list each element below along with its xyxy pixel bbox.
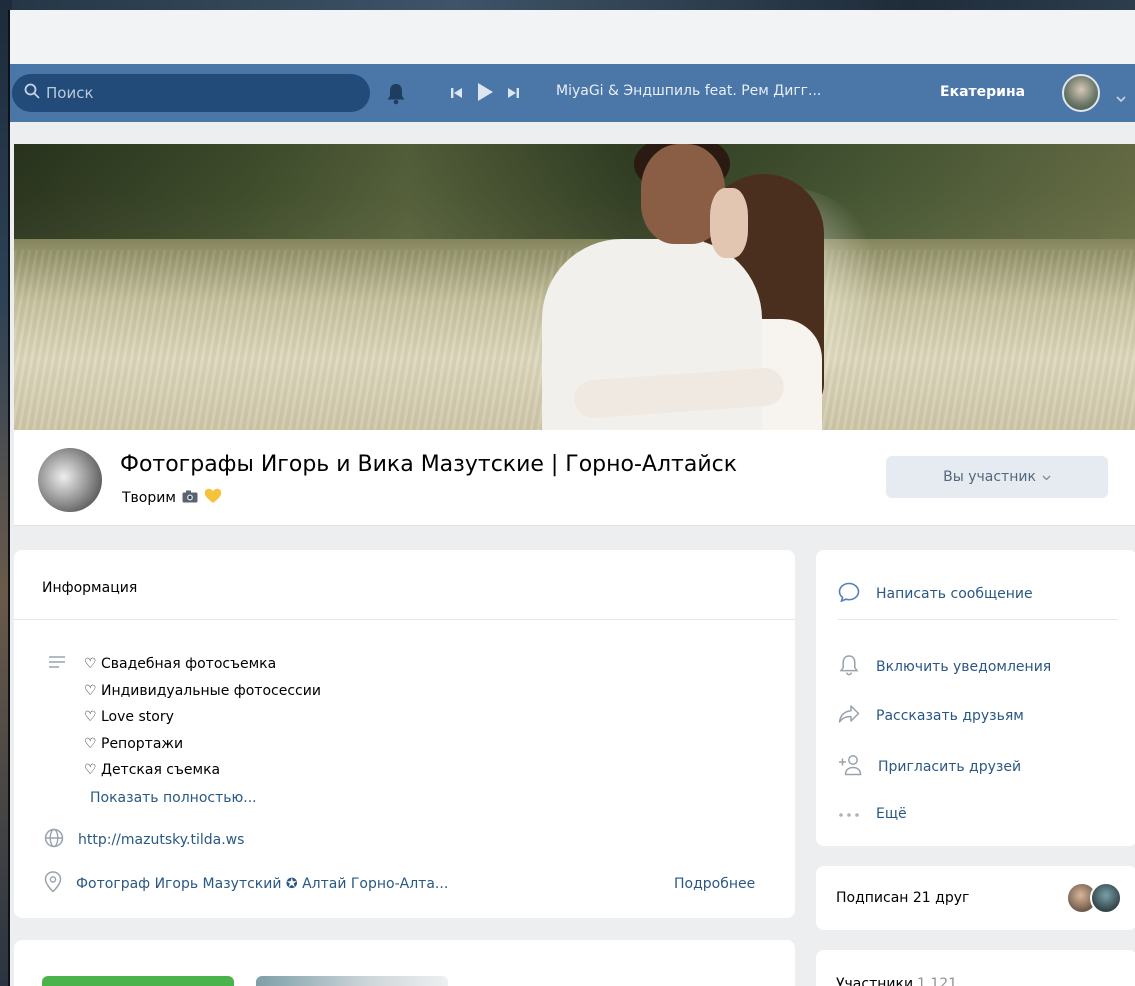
search-icon [24,83,40,103]
chevron-down-icon [1042,469,1051,485]
photo-thumbnail[interactable] [256,976,448,986]
address-row: Фотограф Игорь Мазутский ✪ Алтай Горно-А… [44,871,448,897]
member-status-label: Вы участник [943,469,1036,485]
description-list: ♡ Свадебная фотосъемка ♡ Индивидуальные … [84,651,321,784]
info-card: Информация ♡ Свадебная фотосъемка ♡ Инди… [14,550,795,918]
audio-player-controls [450,82,520,106]
friends-following-label: Подписан 21 друг [836,890,970,906]
share-arrow-icon [838,704,860,728]
primary-action-button[interactable] [42,976,234,986]
browser-top-strip [10,10,1135,64]
friend-avatar [1090,882,1122,914]
group-header: Фотографы Игорь и Вика Мазутские | Горно… [14,430,1135,526]
tell-friends-label: Рассказать друзьям [876,708,1024,724]
bell-outline-icon [838,654,860,680]
top-header: MiyaGi & Эндшпиль feat. Рем Дигг... Екат… [10,64,1135,122]
divider [14,619,795,620]
member-status-button[interactable]: Вы участник [886,456,1108,498]
actions-card: Написать сообщение Включить уведомления … [816,550,1135,846]
show-more-link[interactable]: Показать полностью... [90,790,257,806]
user-name[interactable]: Екатерина [940,84,1025,100]
members-card[interactable]: Участники 1 121 [816,950,1135,986]
bell-icon[interactable] [386,83,406,109]
address-link[interactable]: Фотограф Игорь Мазутский ✪ Алтай Горно-А… [76,876,448,892]
location-pin-icon [44,871,62,897]
group-name: Фотографы Игорь и Вика Мазутские | Горно… [120,452,738,477]
invite-friends-label: Пригласить друзей [878,759,1022,775]
search-box[interactable] [12,74,370,112]
friends-following-card[interactable]: Подписан 21 друг [816,866,1135,930]
group-status: Творим [122,488,222,508]
chevron-down-icon[interactable] [1116,88,1126,107]
website-link[interactable]: http://mazutsky.tilda.ws [78,832,244,848]
previous-track-icon[interactable] [450,85,464,104]
group-cover-photo [14,144,1135,430]
now-playing-title[interactable]: MiyaGi & Эндшпиль feat. Рем Дигг... [556,83,821,99]
members-count: 1 121 [917,976,958,986]
members-heading: Участники 1 121 [836,976,957,986]
description-line: ♡ Индивидуальные фотосессии [84,682,321,699]
play-icon[interactable] [476,82,494,106]
group-avatar[interactable] [38,448,102,512]
user-avatar[interactable] [1062,74,1100,112]
more-action[interactable]: Ещё [838,806,907,822]
description-line: ♡ Детская съемка [84,762,221,778]
cover-trees [14,144,1135,239]
chat-bubble-icon [838,582,860,606]
more-dots-icon [838,806,860,822]
invite-friends-action[interactable]: Пригласить друзей [838,754,1021,780]
description-line: ♡ Свадебная фотосъемка [84,656,277,672]
tell-friends-action[interactable]: Рассказать друзьям [838,704,1024,728]
write-message-label: Написать сообщение [876,586,1033,602]
website-row: http://mazutsky.tilda.ws [44,828,244,852]
group-status-text: Творим [122,490,176,506]
text-lines-icon [48,654,66,673]
posts-card [14,940,795,986]
write-message-action[interactable]: Написать сообщение [838,582,1033,606]
description-line: ♡ Репортажи [84,735,184,752]
next-track-icon[interactable] [506,85,520,104]
more-label: Ещё [876,806,907,822]
camera-emoji-icon [182,490,198,507]
search-input[interactable] [46,84,346,102]
members-label: Участники [836,976,914,986]
divider [838,619,1118,620]
enable-notifications-label: Включить уведомления [876,659,1052,675]
address-more-link[interactable]: Подробнее [674,876,755,892]
cover-woman-face [710,188,748,258]
enable-notifications-action[interactable]: Включить уведомления [838,654,1051,680]
yellow-heart-emoji-icon [204,488,222,508]
description-line: ♡ Love story [84,709,174,725]
browser-window: MiyaGi & Эндшпиль feat. Рем Дигг... Екат… [8,10,1135,986]
globe-icon [44,828,64,852]
info-title: Информация [42,580,138,596]
add-user-icon [838,754,862,780]
